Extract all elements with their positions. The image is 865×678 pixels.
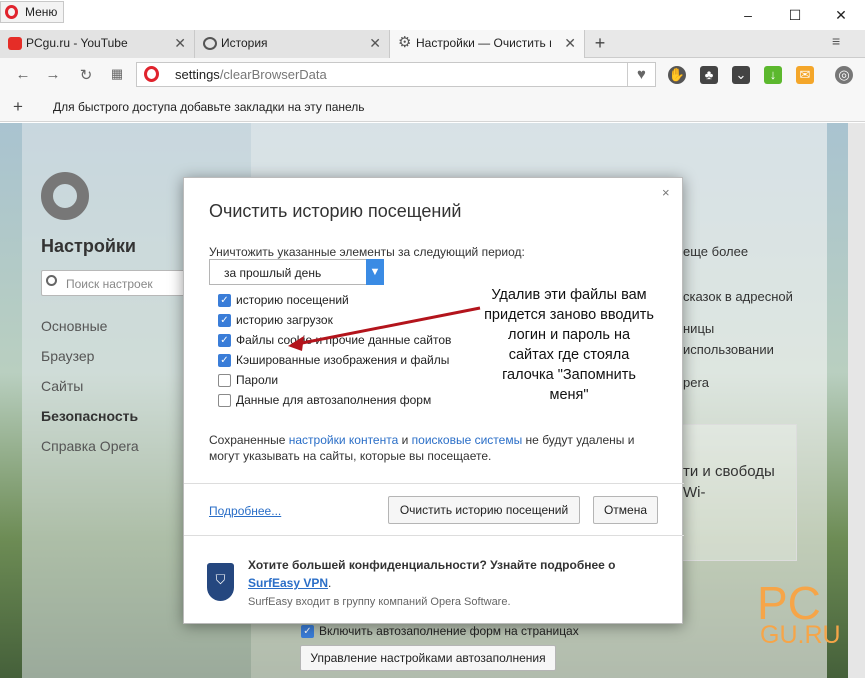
settings-title: Настройки xyxy=(41,236,136,256)
vpn-suffix: . xyxy=(328,576,332,590)
more-info-link[interactable]: Подробнее... xyxy=(209,504,281,518)
period-label: Уничтожить указанные элементы за следующ… xyxy=(209,245,525,259)
watermark-pc: PC xyxy=(757,577,821,629)
checkbox-label: Пароли xyxy=(236,373,279,387)
divider xyxy=(184,483,684,484)
checkbox-autofill[interactable] xyxy=(218,394,231,407)
url-text: settings/clearBrowserData xyxy=(175,63,327,86)
maximize-button[interactable]: ☐ xyxy=(772,0,818,30)
search-placeholder: Поиск настроек xyxy=(66,277,153,291)
divider xyxy=(184,535,684,536)
tab-label: PCgu.ru - YouTube xyxy=(26,36,128,50)
note-text: и xyxy=(398,433,412,447)
surfeasy-shield-icon: ⛉ xyxy=(207,563,234,601)
sidebar-item-basic[interactable]: Основные xyxy=(41,318,107,334)
address-field[interactable]: settings/clearBrowserData ♥ xyxy=(136,62,656,87)
bg-text: ницы xyxy=(683,321,715,336)
opera-logo-icon xyxy=(144,66,159,82)
sidebar-item-help[interactable]: Справка Opera xyxy=(41,438,139,454)
forward-icon[interactable]: → xyxy=(42,66,64,83)
sidebar-item-security[interactable]: Безопасность xyxy=(41,408,138,424)
menu-label: Меню xyxy=(25,5,58,19)
search-icon xyxy=(46,275,57,286)
new-tab-button[interactable]: + xyxy=(590,30,610,58)
download-icon[interactable]: ↓ xyxy=(764,66,782,84)
tab-bar: PCgu.ru - YouTube ✕ История ✕ ⚙ Настройк… xyxy=(0,30,865,58)
vpn-line: SurfEasy VPN. xyxy=(248,576,331,590)
clear-history-dialog: × Очистить историю посещений Уничтожить … xyxy=(183,177,684,624)
vpn-globe-icon[interactable]: ◎ xyxy=(835,66,853,84)
settings-icon: ⚙ xyxy=(398,34,412,51)
close-dialog-icon[interactable]: × xyxy=(662,185,670,200)
url-prefix: settings xyxy=(175,67,220,82)
checkbox-cache[interactable]: ✓ xyxy=(218,354,231,367)
tab-youtube[interactable]: PCgu.ru - YouTube ✕ xyxy=(0,30,195,58)
note-text: Сохраненные xyxy=(209,433,289,447)
dialog-note: Сохраненные настройки контента и поисков… xyxy=(209,432,659,464)
checkbox-history[interactable]: ✓ xyxy=(218,294,231,307)
close-tab-icon[interactable]: ✕ xyxy=(369,30,381,57)
checkbox-label: историю загрузок xyxy=(236,313,333,327)
pocket-icon[interactable]: ⌄ xyxy=(732,66,750,84)
scrollbar[interactable] xyxy=(848,123,865,678)
watermark-gu: GU.RU xyxy=(760,621,841,649)
period-select[interactable]: за прошлый день ▼ xyxy=(209,259,384,285)
content-settings-link[interactable]: настройки контента xyxy=(289,433,399,447)
period-value: за прошлый день xyxy=(224,266,322,280)
minimize-button[interactable]: – xyxy=(725,0,771,30)
bg-text: еще более xyxy=(683,244,749,259)
opera-logo-icon xyxy=(5,5,18,19)
annotation-text: Удалив эти файлы вам придется заново вво… xyxy=(484,287,654,403)
tab-menu-icon[interactable]: ≡ xyxy=(832,33,840,49)
sidebar-item-browser[interactable]: Браузер xyxy=(41,348,94,364)
history-icon xyxy=(203,37,217,50)
cancel-button[interactable]: Отмена xyxy=(593,496,658,524)
mail-icon[interactable]: ✉ xyxy=(796,66,814,84)
close-tab-icon[interactable]: ✕ xyxy=(174,30,186,57)
vpn-info: SurfEasy входит в группу компаний Opera … xyxy=(248,596,511,608)
url-path: /clearBrowserData xyxy=(219,67,327,82)
evernote-icon[interactable]: ♣ xyxy=(700,66,718,84)
settings-gear-icon xyxy=(41,172,89,220)
heart-icon[interactable]: ♥ xyxy=(627,63,655,86)
close-window-button[interactable]: ✕ xyxy=(818,0,864,30)
tab-label: Настройки — Очистить и xyxy=(416,36,551,50)
chevron-down-icon: ▼ xyxy=(366,259,384,285)
autofill-settings-button[interactable]: Управление настройками автозаполнения xyxy=(300,645,556,671)
tab-label: История xyxy=(221,36,268,50)
tab-settings[interactable]: ⚙ Настройки — Очистить и ✕ xyxy=(390,30,585,58)
tab-history[interactable]: История ✕ xyxy=(195,30,390,58)
bg-text: сказок в адресной xyxy=(683,289,793,304)
checkbox-label: Файлы cookie и прочие данные сайтов xyxy=(236,333,452,347)
checkbox-label: историю посещений xyxy=(236,293,349,307)
checkbox-passwords[interactable] xyxy=(218,374,231,387)
bg-text: ти и свободы xyxy=(683,463,775,480)
bg-text: pera xyxy=(683,375,710,390)
opera-menu-button[interactable]: Меню xyxy=(0,1,65,23)
checkbox-cookies[interactable]: ✓ xyxy=(218,334,231,347)
clear-history-button[interactable]: Очистить историю посещений xyxy=(388,496,580,524)
dialog-title: Очистить историю посещений xyxy=(209,201,462,221)
adblock-hand-icon[interactable]: ✋ xyxy=(668,66,686,84)
surfeasy-link[interactable]: SurfEasy VPN xyxy=(248,576,328,590)
autofill-checkbox[interactable]: ✓ xyxy=(301,625,314,638)
checkbox-downloads[interactable]: ✓ xyxy=(218,314,231,327)
add-bookmark-icon[interactable]: + xyxy=(13,97,23,117)
bg-text: Wi- xyxy=(683,484,706,501)
checkbox-label: Кэшированные изображения и файлы xyxy=(236,353,450,367)
bg-text: использовании xyxy=(683,342,774,357)
speed-dial-icon[interactable]: ▦ xyxy=(106,66,128,82)
checkbox-label: Данные для автозаполнения форм xyxy=(236,393,432,407)
reload-icon[interactable]: ↻ xyxy=(75,66,97,84)
youtube-icon xyxy=(8,37,22,50)
bookmarks-hint: Для быстрого доступа добавьте закладки н… xyxy=(53,100,365,114)
bookmarks-bar: + Для быстрого доступа добавьте закладки… xyxy=(0,92,865,122)
title-bar: Меню – ☐ ✕ xyxy=(0,0,865,30)
search-engines-link[interactable]: поисковые системы xyxy=(412,433,523,447)
autofill-checkbox-label: Включить автозаполнение форм на страница… xyxy=(319,624,579,638)
close-tab-icon[interactable]: ✕ xyxy=(564,30,576,57)
back-icon[interactable]: ← xyxy=(12,66,34,83)
vpn-question: Хотите большей конфиденциальности? Узнай… xyxy=(248,558,616,572)
sidebar-item-sites[interactable]: Сайты xyxy=(41,378,83,394)
